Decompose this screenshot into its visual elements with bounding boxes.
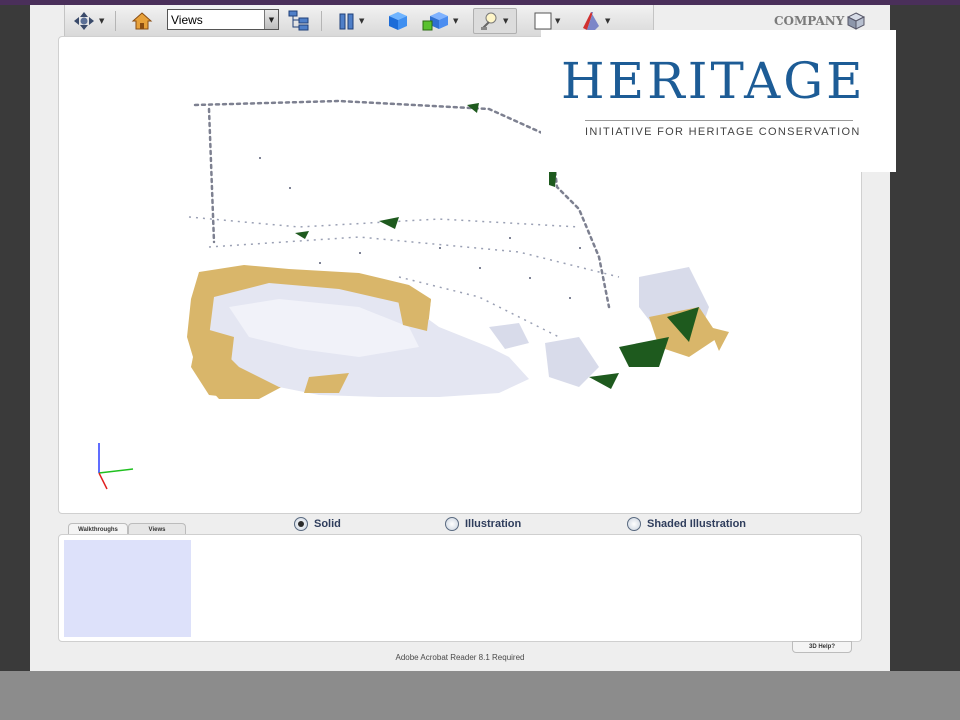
model-tree-button[interactable]	[287, 10, 311, 31]
model-tree-icon	[288, 10, 309, 31]
toolbar-separator	[321, 11, 322, 31]
navigate-tool[interactable]: ▼	[71, 11, 104, 31]
walkthrough-thumbnail[interactable]	[64, 540, 191, 637]
background-color-button[interactable]: ▼	[533, 11, 560, 31]
axis-triad	[98, 443, 134, 490]
heritage-logo: HERITAGE INITIATIVE FOR HERITAGE CONSERV…	[541, 30, 896, 172]
views-dropdown[interactable]: Views ▼	[167, 9, 279, 30]
cross-section-icon	[339, 13, 354, 30]
render-mode-illustration[interactable]: Illustration	[445, 516, 521, 532]
company-cube-icon	[847, 12, 866, 30]
shaded-illustration-radio[interactable]	[627, 517, 641, 531]
chevron-down-icon[interactable]: ▼	[99, 17, 104, 25]
render-mode-solid[interactable]: Solid	[294, 516, 341, 532]
projection-button[interactable]: ▼	[579, 11, 610, 31]
solid-radio[interactable]	[294, 517, 308, 531]
render-mode-icon	[422, 12, 448, 31]
illustration-radio-label: Illustration	[465, 518, 522, 530]
lighting-button[interactable]: ▼	[473, 8, 517, 34]
chevron-down-icon[interactable]: ▼	[264, 10, 278, 29]
cross-section-button[interactable]: ▼	[337, 11, 364, 31]
heritage-divider	[585, 120, 853, 121]
company-label: COMPANY	[774, 14, 845, 28]
chevron-down-icon[interactable]: ▼	[555, 17, 560, 25]
lighting-icon	[481, 12, 497, 30]
home-icon	[131, 12, 153, 30]
chevron-down-icon[interactable]: ▼	[503, 17, 508, 25]
chevron-down-icon[interactable]: ▼	[359, 17, 364, 25]
home-view-button[interactable]	[131, 11, 153, 31]
render-mode-button[interactable]: ▼	[421, 11, 458, 31]
toolbar-separator	[115, 11, 116, 31]
chevron-down-icon[interactable]: ▼	[453, 17, 458, 25]
navigate-icon	[74, 12, 94, 30]
walkthroughs-panel	[58, 534, 862, 642]
heritage-subtitle: INITIATIVE FOR HERITAGE CONSERVATION	[585, 126, 861, 138]
shaded-illustration-radio-label: Shaded Illustration	[647, 518, 747, 530]
views-dropdown-value: Views	[171, 12, 203, 27]
reader-requirement-note: Adobe Acrobat Reader 8.1 Required	[395, 653, 525, 662]
3d-box-icon	[389, 12, 407, 30]
company-logo: COMPANY	[774, 12, 866, 30]
3d-help-button[interactable]: 3D Help?	[792, 641, 852, 653]
heritage-title: HERITAGE	[561, 52, 866, 110]
chevron-down-icon[interactable]: ▼	[605, 17, 610, 25]
render-mode-shaded-illustration[interactable]: Shaded Illustration	[627, 516, 746, 532]
illustration-radio[interactable]	[445, 517, 459, 531]
model-visibility-button[interactable]	[387, 11, 409, 31]
slide-bottom-band	[0, 671, 960, 720]
projection-icon	[583, 12, 599, 30]
background-color-icon	[534, 12, 552, 30]
solid-radio-label: Solid	[314, 518, 341, 530]
